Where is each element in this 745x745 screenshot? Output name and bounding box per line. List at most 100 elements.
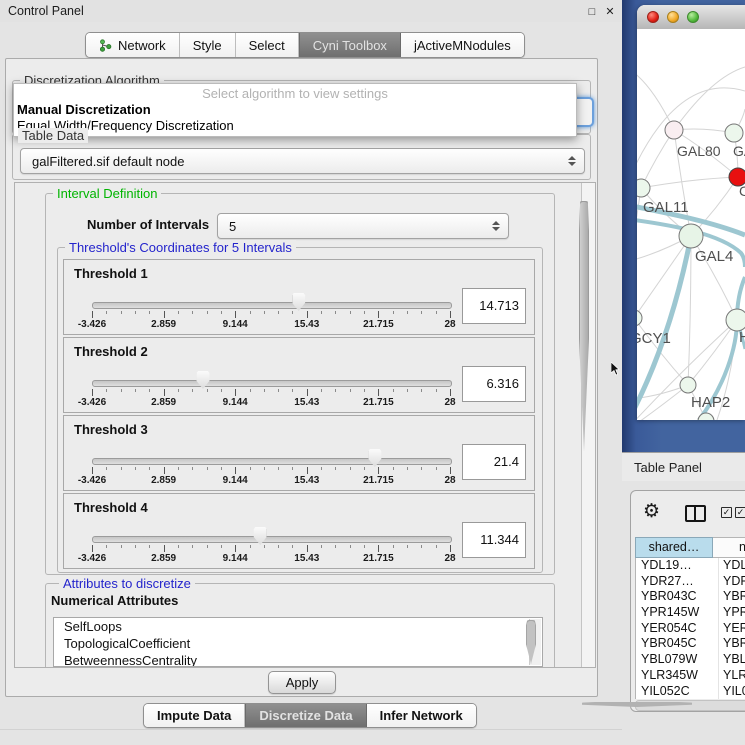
algorithm-option-manual[interactable]: Manual Discretization bbox=[17, 102, 151, 117]
close-button[interactable] bbox=[647, 11, 659, 23]
interval-definition-title: Interval Definition bbox=[53, 186, 161, 201]
table-cell-name: YLR3 bbox=[718, 668, 745, 684]
node-bottom[interactable] bbox=[698, 413, 714, 420]
tab-network[interactable]: Network bbox=[86, 33, 180, 57]
tick-mark bbox=[250, 545, 251, 548]
tick-mark bbox=[135, 311, 136, 314]
checkbox-icon[interactable]: ✓ bbox=[721, 507, 732, 518]
table-cell-shared-name: YLR345W bbox=[636, 668, 718, 684]
gear-icon[interactable]: ⚙ bbox=[643, 501, 660, 523]
attributes-scrollbar[interactable] bbox=[529, 619, 541, 665]
tick-mark bbox=[321, 389, 322, 392]
table-row[interactable]: YBR045CYBR0 bbox=[636, 636, 745, 652]
table-row[interactable]: YLR345WYLR3 bbox=[636, 668, 745, 684]
table-row[interactable]: YBL079WYBL0 bbox=[636, 652, 745, 668]
attribute-item[interactable]: BetweennessCentrality bbox=[54, 652, 542, 667]
tick-mark bbox=[307, 389, 308, 396]
node-h[interactable] bbox=[726, 309, 745, 331]
slider-ticks: -3.4262.8599.14415.4321.71528 bbox=[92, 467, 450, 489]
tick-mark bbox=[221, 389, 222, 392]
attribute-item[interactable]: SelfLoops bbox=[54, 618, 542, 635]
tab-style[interactable]: Style bbox=[180, 33, 236, 57]
combo-stepper-icon bbox=[564, 156, 584, 166]
threshold-value-field[interactable]: 14.713 bbox=[462, 288, 526, 324]
node-label: GAL11 bbox=[643, 199, 689, 216]
node-gal80[interactable] bbox=[665, 121, 683, 139]
tick-mark bbox=[421, 467, 422, 470]
tab-discretize-data[interactable]: Discretize Data bbox=[245, 704, 366, 727]
tick-mark bbox=[393, 467, 394, 470]
table-horizontal-scrollbar[interactable] bbox=[635, 700, 745, 711]
slider-track[interactable] bbox=[92, 302, 452, 309]
scrollbar-thumb[interactable] bbox=[579, 201, 589, 451]
table-data-combobox[interactable]: galFiltered.sif default node bbox=[20, 148, 585, 174]
column-header-shared-name[interactable]: shared… bbox=[635, 537, 713, 558]
node-gcy1[interactable] bbox=[637, 310, 642, 326]
tick-label: -3.426 bbox=[78, 553, 106, 564]
table-row[interactable]: YPR145WYPR1 bbox=[636, 605, 745, 621]
column-header-name[interactable]: na bbox=[713, 537, 745, 558]
tab-impute-data[interactable]: Impute Data bbox=[144, 704, 245, 727]
slider-track[interactable] bbox=[92, 536, 452, 543]
zoom-button[interactable] bbox=[687, 11, 699, 23]
numerical-attributes-list[interactable]: SelfLoopsTopologicalCoefficientBetweenne… bbox=[53, 617, 543, 667]
table-cell-shared-name: YER054C bbox=[636, 621, 718, 637]
table-cell-name: YBL0 bbox=[718, 652, 745, 668]
tick-mark bbox=[221, 545, 222, 548]
slider-track[interactable] bbox=[92, 380, 452, 387]
threshold-value-field[interactable]: 21.4 bbox=[462, 444, 526, 480]
scrollbar-thumb[interactable] bbox=[582, 702, 692, 707]
network-canvas[interactable]: GAL80 GA C GAL11 GAL4 GCY1 H HAP2 bbox=[637, 29, 745, 420]
node-ga[interactable] bbox=[725, 124, 743, 142]
tick-label: 9.144 bbox=[223, 553, 248, 564]
threshold-slider[interactable]: -3.4262.8599.14415.4321.71528 bbox=[92, 370, 450, 412]
tick-mark bbox=[264, 467, 265, 470]
tick-mark bbox=[264, 389, 265, 392]
node-gal4[interactable] bbox=[679, 224, 703, 248]
threshold-slider[interactable]: -3.4262.8599.14415.4321.71528 bbox=[92, 526, 450, 568]
node-gal11[interactable] bbox=[637, 179, 650, 197]
control-panel-titlebar: Control Panel □ ✕ bbox=[0, 0, 622, 22]
threshold-slider[interactable]: -3.4262.8599.14415.4321.71528 bbox=[92, 292, 450, 334]
tick-mark bbox=[292, 467, 293, 470]
table-row[interactable]: YDL19…YDL1 bbox=[636, 558, 745, 574]
network-window-titlebar[interactable] bbox=[637, 5, 745, 30]
tab-select[interactable]: Select bbox=[236, 33, 299, 57]
apply-button[interactable]: Apply bbox=[268, 671, 336, 694]
tick-mark bbox=[350, 389, 351, 392]
tick-mark bbox=[436, 389, 437, 392]
checkbox-icon[interactable]: ✓ bbox=[735, 507, 745, 518]
algorithm-placeholder-option[interactable]: Select algorithm to view settings bbox=[14, 86, 576, 101]
tab-infer-network[interactable]: Infer Network bbox=[367, 704, 476, 727]
tick-mark bbox=[178, 389, 179, 392]
tab-jactivemnodules[interactable]: jActiveMNodules bbox=[401, 33, 524, 57]
table-row[interactable]: YER054CYER0 bbox=[636, 621, 745, 637]
minimize-button[interactable] bbox=[667, 11, 679, 23]
close-panel-icon[interactable]: ✕ bbox=[603, 5, 617, 19]
threshold-value-field[interactable]: 6.316 bbox=[462, 366, 526, 402]
settings-vertical-scrollbar[interactable] bbox=[581, 183, 595, 667]
numerical-attributes-label: Numerical Attributes bbox=[51, 593, 178, 608]
tick-mark bbox=[364, 467, 365, 470]
threshold-value-field[interactable]: 11.344 bbox=[462, 522, 526, 558]
slider-track[interactable] bbox=[92, 458, 452, 465]
number-of-intervals-label: Number of Intervals bbox=[87, 217, 209, 232]
table-cell-shared-name: YPR145W bbox=[636, 605, 718, 621]
tick-mark bbox=[178, 467, 179, 470]
network-graph: GAL80 GA C GAL11 GAL4 GCY1 H HAP2 bbox=[637, 29, 745, 420]
node-hap2[interactable] bbox=[680, 377, 696, 393]
table-row[interactable]: YDR27…YDR2 bbox=[636, 574, 745, 590]
column-layout-icon[interactable] bbox=[685, 505, 706, 522]
attribute-item[interactable]: TopologicalCoefficient bbox=[54, 635, 542, 652]
tick-mark bbox=[149, 467, 150, 470]
threshold-label: Threshold 1 bbox=[74, 266, 148, 281]
table-row[interactable]: YBR043CYBR0 bbox=[636, 589, 745, 605]
threshold-slider[interactable]: -3.4262.8599.14415.4321.71528 bbox=[92, 448, 450, 490]
tab-impute-data-label: Impute Data bbox=[157, 708, 231, 723]
number-of-intervals-combobox[interactable]: 5 bbox=[217, 213, 509, 239]
tab-cyni-toolbox[interactable]: Cyni Toolbox bbox=[299, 33, 401, 57]
float-panel-icon[interactable]: □ bbox=[585, 5, 599, 19]
table-row[interactable]: YIL052CYIL0 bbox=[636, 684, 745, 700]
tick-label: 28 bbox=[444, 319, 455, 330]
tick-label: 2.859 bbox=[151, 397, 176, 408]
